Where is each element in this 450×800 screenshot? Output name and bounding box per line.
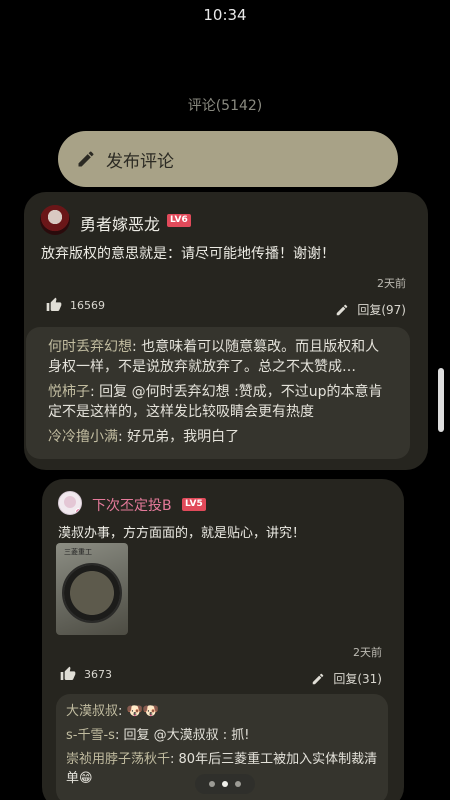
reply-button[interactable]: 回复(97): [335, 301, 406, 318]
like-count: 3673: [84, 667, 112, 681]
thumbs-up-icon: [46, 297, 62, 311]
reply-author[interactable]: 冷冷撸小满: [48, 429, 118, 445]
reply-count: 回复(31): [333, 672, 382, 686]
page-dot-active: [222, 781, 228, 787]
pencil-icon: [78, 151, 94, 167]
post-comment-button[interactable]: 发布评论: [58, 131, 398, 187]
reply-item[interactable]: 何时丢弃幻想: 也意味着可以随意篡改。而且版权和人身权一样，不是说放弃就放弃了。…: [48, 337, 388, 377]
reply-item[interactable]: 冷冷撸小满: 好兄弟，我明白了: [48, 427, 388, 447]
reply-author[interactable]: 大漠叔叔: [66, 704, 118, 719]
reply-author[interactable]: 悦柿子: [48, 384, 90, 400]
image-label: 三菱重工: [64, 548, 92, 556]
comment-time: 2天前: [377, 277, 406, 290]
scrollbar-handle[interactable]: [438, 368, 444, 432]
status-time: 10:34: [203, 6, 247, 24]
replies-box[interactable]: 何时丢弃幻想: 也意味着可以随意篡改。而且版权和人身权一样，不是说放弃就放弃了。…: [26, 327, 410, 459]
like-button[interactable]: 16569: [46, 297, 105, 313]
thumbs-up-icon: [60, 666, 76, 680]
reply-text: : 🐶🐶: [118, 704, 159, 719]
username[interactable]: 勇者嫁恶龙: [80, 211, 160, 235]
avatar[interactable]: [58, 491, 82, 515]
like-button[interactable]: 3673: [60, 666, 112, 682]
comments-count-title: 评论(5142): [187, 98, 263, 114]
comment-text: 漠叔办事，方方面面的，就是贴心，讲究！: [58, 526, 306, 541]
post-comment-label: 发布评论: [106, 151, 174, 172]
like-count: 16569: [70, 298, 105, 312]
reply-text: : 回复 @大漠叔叔 : 抓!: [114, 728, 250, 743]
reply-button[interactable]: 回复(31): [311, 670, 382, 687]
reply-count: 回复(97): [357, 303, 406, 317]
comment-card: 勇者嫁恶龙 LV6 放弃版权的意思就是：请尽可能地传播！谢谢！ 2天前 1656…: [24, 192, 428, 470]
level-badge: LV6: [167, 214, 191, 227]
comment-card: 下次丕定投B LV5 漠叔办事，方方面面的，就是贴心，讲究！ 三菱重工 2天前 …: [42, 479, 404, 800]
avatar[interactable]: [40, 205, 70, 235]
reply-item[interactable]: 大漠叔叔: 🐶🐶: [66, 702, 378, 721]
comment-text: 放弃版权的意思就是：请尽可能地传播！谢谢！: [41, 246, 335, 262]
reply-author[interactable]: s-千雪-s: [66, 728, 115, 743]
page-dot: [209, 781, 215, 787]
pencil-icon: [313, 673, 324, 684]
pencil-icon: [337, 304, 348, 315]
reply-item[interactable]: 悦柿子: 回复 @何时丢弃幻想 :赞成，不过up的本意肯定不是这样的，这样发比较…: [48, 382, 388, 422]
level-badge: LV5: [182, 498, 206, 511]
username[interactable]: 下次丕定投B: [92, 495, 172, 515]
reply-text: : 好兄弟，我明白了: [118, 429, 240, 445]
comment-image[interactable]: 三菱重工: [56, 543, 128, 635]
page-dot: [235, 781, 241, 787]
page-indicator: [195, 774, 255, 794]
comment-time: 2天前: [353, 646, 382, 659]
reply-author[interactable]: 崇祯用脖子荡秋千: [66, 752, 170, 767]
reply-author[interactable]: 何时丢弃幻想: [48, 339, 132, 355]
reply-text: : 回复 @何时丢弃幻想 :赞成，不过up的本意肯定不是这样的，这样发比较吸睛会…: [48, 384, 383, 420]
reply-item[interactable]: s-千雪-s: 回复 @大漠叔叔 : 抓!: [66, 726, 378, 745]
